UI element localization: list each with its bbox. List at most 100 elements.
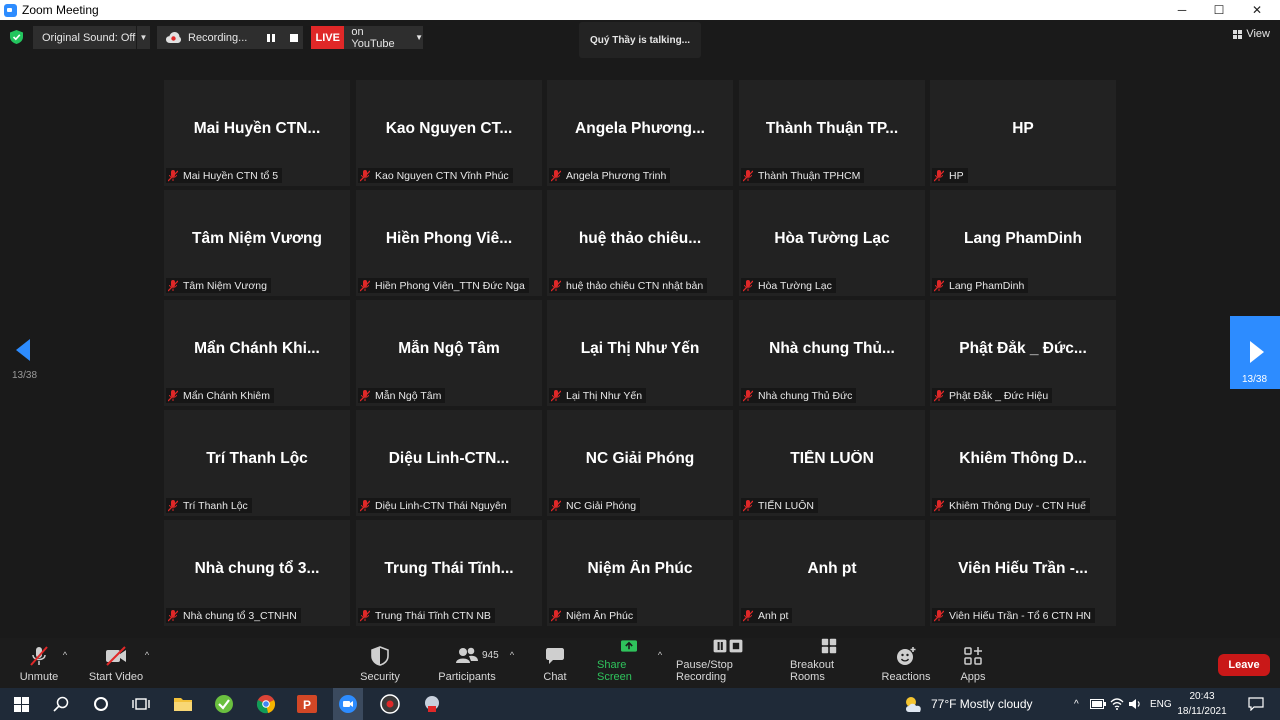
breakout-rooms-button[interactable]: Breakout Rooms [790, 638, 868, 688]
participant-display-name: Kao Nguyen CT... [385, 120, 513, 137]
close-button[interactable]: ✕ [1238, 0, 1276, 20]
live-stream-indicator[interactable]: LIVE on YouTube ▼ [311, 26, 423, 50]
chat-button[interactable]: Chat [535, 638, 575, 688]
input-language[interactable]: ENG [1150, 688, 1172, 720]
chevron-down-icon[interactable]: ▼ [136, 26, 150, 49]
previous-page-button[interactable]: 13/38 [0, 316, 50, 389]
unmute-button[interactable]: Unmute [14, 638, 64, 688]
participant-tile[interactable]: Hiền Phong Viê... Hiền Phong Viên_TTN Đứ… [356, 190, 542, 296]
participant-tile[interactable]: TIẾN LUÔN TIẾN LUÔN [739, 410, 925, 516]
pause-recording-icon[interactable] [267, 34, 275, 42]
participant-tile[interactable]: Mẫn Ngộ Tâm Mẫn Ngộ Tâm [356, 300, 542, 406]
maximize-button[interactable]: ☐ [1200, 0, 1238, 20]
participant-tile[interactable]: Nhà chung Thủ... Nhà chung Thủ Đức [739, 300, 925, 406]
share-screen-label: Share Screen [597, 659, 632, 683]
clock-date: 18/11/2021 [1177, 706, 1227, 717]
recording-status: Recording... [188, 31, 248, 44]
muted-mic-icon [551, 609, 561, 621]
participant-tile[interactable]: Anh pt Anh pt [739, 520, 925, 626]
participant-name-label: Khiêm Thông Duy - CTN Huế [949, 499, 1086, 512]
media-player-icon[interactable] [376, 688, 404, 720]
participant-display-name: TIẾN LUÔN [790, 450, 874, 467]
pause-stop-icon [713, 639, 743, 653]
muted-mic-icon [168, 499, 178, 511]
participant-name-label: HP [949, 169, 964, 182]
app-tool-icon[interactable] [418, 688, 446, 720]
participants-label: Participants [438, 671, 496, 683]
minimize-button[interactable]: ─ [1163, 0, 1201, 20]
participant-display-name: Khiêm Thông D... [959, 450, 1087, 467]
stop-recording-icon[interactable] [290, 34, 298, 42]
participant-name-label: Kao Nguyen CTN Vĩnh Phúc [375, 169, 509, 182]
participant-tile[interactable]: Viên Hiếu Trần -... Viên Hiếu Trần - Tổ … [930, 520, 1116, 626]
participant-display-name: HP [1012, 120, 1034, 137]
notification-icon[interactable] [1248, 688, 1264, 720]
cortana-icon[interactable] [88, 688, 114, 720]
windows-start-icon[interactable] [8, 688, 34, 720]
audio-options-chevron[interactable]: ^ [60, 638, 70, 688]
participant-tile[interactable]: Khiêm Thông D... Khiêm Thông Duy - CTN H… [930, 410, 1116, 516]
clock-time: 20:43 [1189, 691, 1215, 702]
participant-tile[interactable]: NC Giải Phóng NC Giải Phóng [547, 410, 733, 516]
participants-button[interactable]: Participants [436, 638, 498, 688]
participant-name-label: Trí Thanh Lộc [183, 499, 248, 512]
original-sound-toggle[interactable]: Original Sound: Off ▼ [33, 26, 150, 49]
wifi-icon[interactable] [1110, 688, 1124, 720]
pause-stop-recording-button[interactable]: Pause/Stop Recording [676, 638, 780, 688]
encryption-shield-icon[interactable] [10, 30, 23, 44]
participant-tile[interactable]: Niệm Ân Phúc Niệm Ân Phúc [547, 520, 733, 626]
participants-options-chevron[interactable]: ^ [507, 638, 517, 688]
task-view-icon[interactable] [128, 688, 154, 720]
tray-chevron-icon[interactable]: ^ [1074, 688, 1079, 720]
participant-display-name: Trí Thanh Lộc [206, 450, 308, 467]
participant-tile[interactable]: Lại Thị Như Yến Lại Thị Như Yến [547, 300, 733, 406]
next-page-button[interactable]: 13/38 [1230, 316, 1280, 389]
muted-mic-icon [551, 169, 561, 181]
speaker-icon[interactable] [1128, 688, 1142, 720]
search-icon[interactable] [48, 688, 74, 720]
participant-tile[interactable]: huệ thảo chiêu... huệ thảo chiêu CTN nhậ… [547, 190, 733, 296]
app-green-icon[interactable] [210, 688, 238, 720]
reactions-button[interactable]: Reactions [880, 638, 932, 688]
participant-tile[interactable]: Kao Nguyen CT... Kao Nguyen CTN Vĩnh Phú… [356, 80, 542, 186]
participant-tile[interactable]: Mẩn Chánh Khi... Mẩn Chánh Khiêm [164, 300, 350, 406]
leave-button[interactable]: Leave [1218, 654, 1270, 676]
battery-icon[interactable] [1090, 688, 1106, 720]
participant-tile[interactable]: Mai Huyền CTN... Mai Huyền CTN tổ 5 [164, 80, 350, 186]
weather-widget[interactable]: 77°F Mostly cloudy [903, 688, 1033, 720]
participant-tile[interactable]: Hòa Tường Lạc Hòa Tường Lạc [739, 190, 925, 296]
system-clock[interactable]: 20:43 18/11/2021 [1172, 689, 1232, 719]
security-button[interactable]: Security [354, 638, 406, 688]
participant-tile[interactable]: Tâm Niệm Vương Tâm Niệm Vương [164, 190, 350, 296]
participant-name-label: Lại Thị Như Yến [566, 389, 643, 402]
meeting-toolbar: Unmute ^ Start Video ^ Security Particip… [0, 638, 1280, 688]
file-explorer-icon[interactable] [169, 688, 197, 720]
start-video-button[interactable]: Start Video [86, 638, 146, 688]
participant-name-label: Hòa Tường Lạc [758, 279, 832, 292]
original-sound-label: Original Sound: Off [42, 31, 136, 44]
participant-tile[interactable]: Trung Thái Tĩnh... Trung Thái Tĩnh CTN N… [356, 520, 542, 626]
start-video-label: Start Video [88, 671, 144, 683]
participant-tile[interactable]: Lang PhamDinh Lang PhamDinh [930, 190, 1116, 296]
view-button[interactable]: View [1233, 28, 1270, 40]
video-options-chevron[interactable]: ^ [142, 638, 152, 688]
share-screen-button[interactable]: Share Screen [597, 638, 661, 688]
chat-bubble-icon [546, 648, 564, 664]
apps-button[interactable]: Apps [953, 638, 993, 688]
zoom-taskbar-icon[interactable] [333, 688, 363, 720]
chevron-down-icon[interactable]: ▼ [415, 33, 423, 42]
participant-tile[interactable]: Angela Phương... Angela Phương Trinh [547, 80, 733, 186]
chrome-icon[interactable] [252, 688, 280, 720]
participant-tile[interactable]: Phật Đắk _ Đức... Phật Đắk _ Đức Hiệu [930, 300, 1116, 406]
participant-tile[interactable]: Nhà chung tổ 3... Nhà chung tổ 3_CTNHN [164, 520, 350, 626]
video-off-icon [106, 646, 126, 666]
share-options-chevron[interactable]: ^ [655, 638, 665, 688]
powerpoint-icon[interactable]: P [293, 688, 321, 720]
participant-display-name: Angela Phương... [575, 120, 705, 137]
muted-mic-icon [168, 169, 178, 181]
participant-tile[interactable]: Trí Thanh Lộc Trí Thanh Lộc [164, 410, 350, 516]
participant-tile[interactable]: Diệu Linh-CTN... Diệu Linh-CTN Thái Nguy… [356, 410, 542, 516]
participant-tile[interactable]: HP HP [930, 80, 1116, 186]
participant-tile[interactable]: Thành Thuận TP... Thành Thuận TPHCM [739, 80, 925, 186]
participant-display-name: Lại Thị Như Yến [580, 340, 700, 357]
